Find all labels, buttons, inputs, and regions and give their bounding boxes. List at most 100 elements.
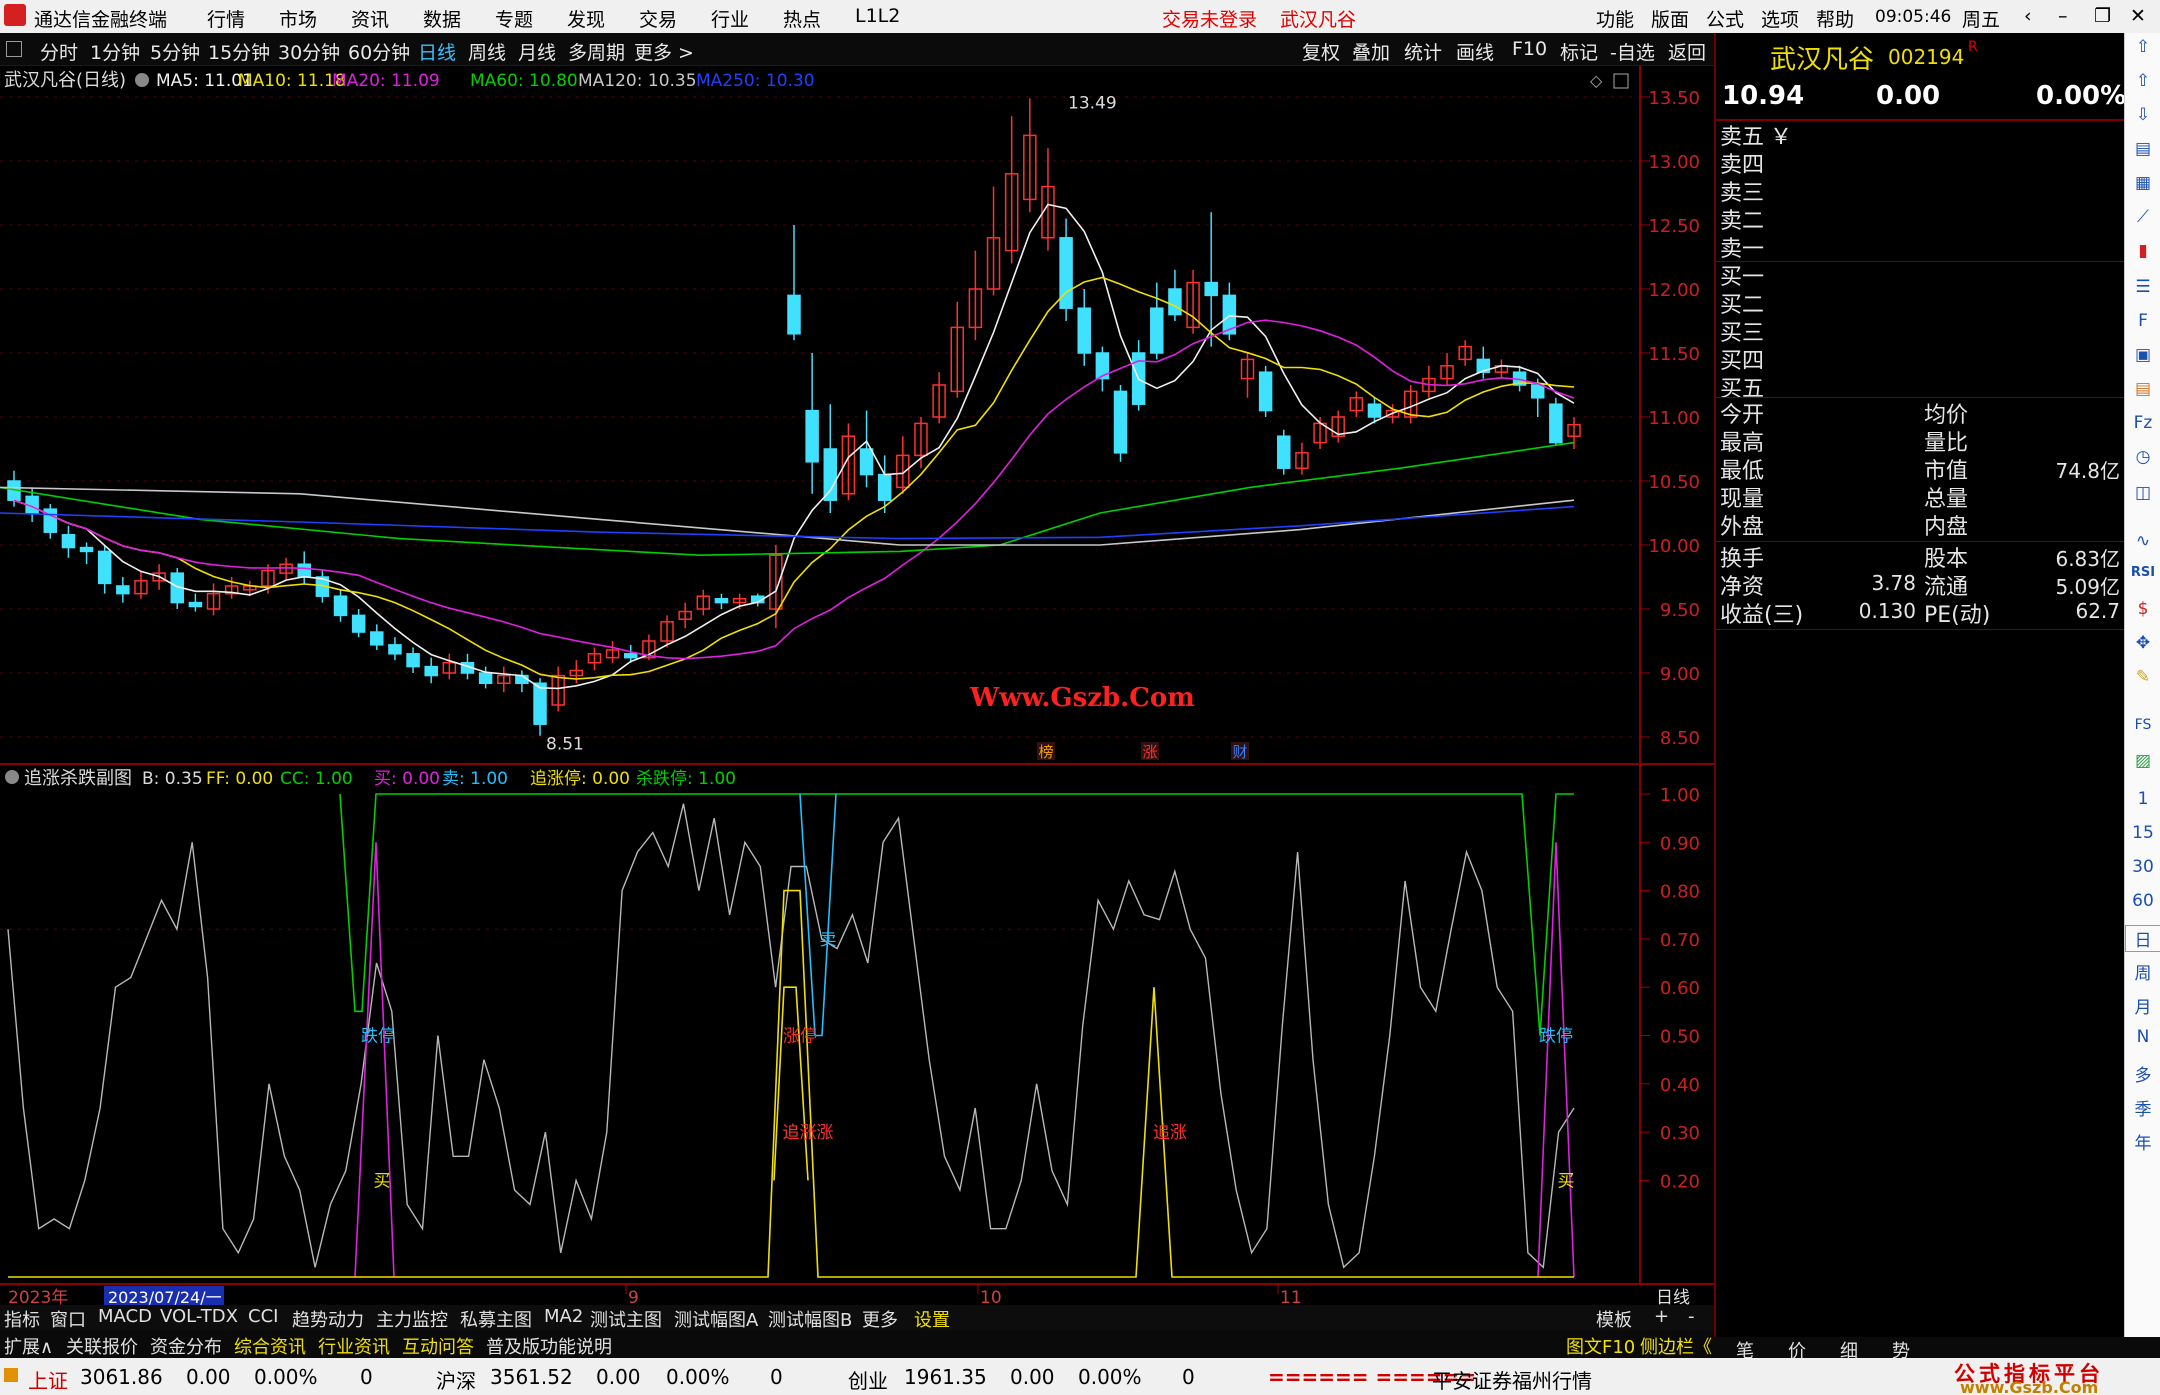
sidebar-list-icon[interactable]: ☰ [2125,277,2160,297]
period-monthly[interactable]: 月线 [518,38,556,65]
sidebar-period-60[interactable]: 60 [2125,891,2160,911]
sidebar-calc-icon[interactable]: ▤ [2125,379,2160,399]
menu-jiaoyi[interactable]: 交易 [639,5,677,32]
tab-ma2[interactable]: MA2 [544,1306,583,1327]
menu-square-icon[interactable] [6,41,22,57]
status-square-icon[interactable] [4,1368,18,1382]
period-15min[interactable]: 15分钟 [208,38,270,65]
tab-ceshi-zhu[interactable]: 测试主图 [590,1306,662,1332]
tab-settings[interactable]: 设置 [914,1306,950,1332]
sidebar-box-icon[interactable]: ◫ [2125,483,2160,503]
tab-zhibiao[interactable]: 指标 [4,1306,40,1332]
sidebar-kline-icon[interactable]: ▮ [2125,241,2160,261]
sidebar-move-icon[interactable]: ✥ [2125,633,2160,653]
sidebar-period-month[interactable]: 月 [2125,993,2160,1018]
tab-tuwen-f10[interactable]: 图文F10 [1566,1333,1635,1359]
tab-hudong[interactable]: 互动问答 [402,1333,474,1359]
period-weekly[interactable]: 周线 [468,38,506,65]
index-sh-name[interactable]: 上证 [28,1365,68,1394]
btn-diejia[interactable]: 叠加 [1352,38,1390,65]
tab-macd[interactable]: MACD [98,1306,152,1327]
tab-vol-tdx[interactable]: VOL-TDX [160,1306,238,1327]
tab-guanlian[interactable]: 关联报价 [66,1333,138,1359]
tab-ceshi-b[interactable]: 测试幅图B [768,1306,852,1332]
sidebar-period-30[interactable]: 30 [2125,857,2160,877]
back-icon[interactable]: ‹ [2024,5,2032,27]
menu-l1l2[interactable]: L1L2 [855,5,900,27]
menu-redian[interactable]: 热点 [783,5,821,32]
sidebar-period-multi[interactable]: 多 [2125,1061,2160,1086]
sidebar-wave-icon[interactable]: ∿ [2125,531,2160,551]
sidebar-period-day[interactable]: 日 [2125,925,2160,952]
btn-huaxian[interactable]: 画线 [1456,38,1494,65]
tab-chuangkou[interactable]: 窗口 [50,1306,86,1332]
period-60min[interactable]: 60分钟 [348,38,410,65]
tab-qushi[interactable]: 趋势动力 [292,1306,364,1332]
tab-more[interactable]: 更多 [862,1306,898,1332]
sidebar-up2-icon[interactable]: ⇧ [2125,71,2160,91]
tab-kuozhan[interactable]: 扩展∧ [4,1333,53,1359]
sidebar-up-icon[interactable]: ⇧ [2125,37,2160,57]
sidebar-period-week[interactable]: 周 [2125,959,2160,984]
menu-zhuanti[interactable]: 专题 [495,5,533,32]
btn-zixuan[interactable]: -自选 [1610,38,1655,65]
tab-template[interactable]: 模板 [1596,1306,1632,1332]
btn-biaoji[interactable]: 标记 [1560,38,1598,65]
btn-tongji[interactable]: 统计 [1404,38,1442,65]
period-5min[interactable]: 5分钟 [150,38,200,65]
sidebar-chart-icon[interactable]: ▤ [2125,139,2160,159]
sidebar-period-year[interactable]: 年 [2125,1129,2160,1154]
sidebar-down-icon[interactable]: ⇩ [2125,105,2160,125]
close-icon[interactable]: ✕ [2130,5,2146,27]
sidebar-grid-icon[interactable]: ▣ [2125,345,2160,365]
tab-cci[interactable]: CCI [248,1306,278,1327]
sidebar-table-icon[interactable]: ▦ [2125,173,2160,193]
minimize-icon[interactable]: – [2058,5,2068,27]
menu-hangye[interactable]: 行业 [711,5,749,32]
sidebar-period-1[interactable]: 1 [2125,789,2160,809]
menu-zixun[interactable]: 资讯 [351,5,389,32]
sidebar-period-quarter[interactable]: 季 [2125,1095,2160,1120]
index-hs-name[interactable]: 沪深 [436,1365,476,1394]
tab-plus[interactable]: + [1654,1306,1669,1327]
sidebar-period-n[interactable]: N [2125,1027,2160,1047]
tab-zijin[interactable]: 资金分布 [150,1333,222,1359]
btn-f10[interactable]: F10 [1512,38,1547,60]
sidebar-money-icon[interactable]: $ [2125,599,2160,619]
menu-bangzhu[interactable]: 帮助 [1816,5,1854,32]
menu-hangqing[interactable]: 行情 [207,5,245,32]
sidebar-pic-icon[interactable]: ▨ [2125,751,2160,771]
menu-xuanxiang[interactable]: 选项 [1761,5,1799,32]
tab-cebianlan[interactable]: 侧边栏《 [1640,1333,1712,1359]
tab-puji[interactable]: 普及版功能说明 [486,1333,612,1359]
tab-hangye-zixun[interactable]: 行业资讯 [318,1333,390,1359]
sidebar-pen-icon[interactable]: ✎ [2125,667,2160,687]
sidebar-period-15[interactable]: 15 [2125,823,2160,843]
tab-simu[interactable]: 私募主图 [460,1306,532,1332]
period-more[interactable]: 更多 > [634,38,694,65]
sidebar-clock-icon[interactable]: ◷ [2125,447,2160,467]
maximize-icon[interactable]: ❐ [2094,5,2111,27]
tab-zhuli[interactable]: 主力监控 [376,1306,448,1332]
sidebar-rsi-icon[interactable]: RSI [2125,565,2160,580]
tab-zonghe[interactable]: 综合资讯 [234,1333,306,1359]
kline-chart-area[interactable]: 武汉凡谷(日线) MA5: 11.01MA10: 11.18MA20: 11.09… [0,66,1714,1305]
sidebar-f10-icon[interactable]: F [2125,311,2160,331]
btn-fanhui[interactable]: 返回 [1668,38,1706,65]
index-cy-name[interactable]: 创业 [848,1365,888,1394]
btn-fuquan[interactable]: 复权 [1302,38,1340,65]
menu-gongshi[interactable]: 公式 [1706,5,1744,32]
sidebar-fs-icon[interactable]: FS [2125,717,2160,733]
login-status[interactable]: 交易未登录 [1162,5,1257,32]
tab-ceshi-a[interactable]: 测试幅图A [674,1306,758,1332]
menu-shichang[interactable]: 市场 [279,5,317,32]
period-30min[interactable]: 30分钟 [278,38,340,65]
menu-gongneng[interactable]: 功能 [1596,5,1634,32]
sidebar-line-icon[interactable]: ⟋ [2125,207,2160,227]
menu-shuju[interactable]: 数据 [423,5,461,32]
sidebar-fz-icon[interactable]: Fz [2125,413,2160,433]
period-fenshi[interactable]: 分时 [40,38,78,65]
menu-banmian[interactable]: 版面 [1651,5,1689,32]
menu-faxian[interactable]: 发现 [567,5,605,32]
period-daily[interactable]: 日线 [418,38,456,65]
